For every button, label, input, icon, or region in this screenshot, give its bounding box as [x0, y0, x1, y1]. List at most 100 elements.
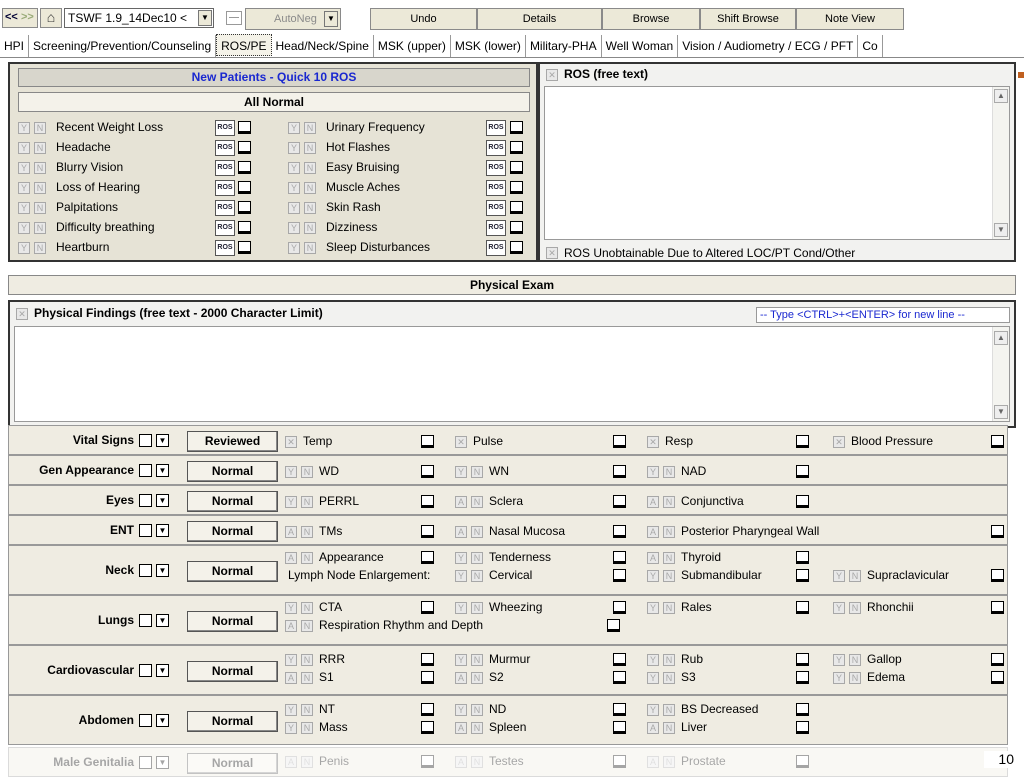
yes-toggle[interactable]: Y — [288, 142, 300, 154]
ros-icon[interactable]: ROS — [486, 180, 506, 196]
no-toggle[interactable]: N — [301, 496, 313, 508]
no-toggle[interactable]: N — [301, 672, 313, 684]
exam-row-checkbox[interactable] — [139, 434, 152, 447]
item-checkbox[interactable] — [796, 671, 809, 684]
yes-toggle[interactable]: Y — [18, 162, 30, 174]
scrollbar[interactable]: ▲ ▼ — [992, 87, 1009, 239]
yes-toggle[interactable]: Y — [833, 672, 845, 684]
ros-icon[interactable]: ROS — [215, 180, 235, 196]
next-button[interactable]: >> — [21, 11, 34, 23]
no-toggle[interactable]: N — [663, 704, 675, 716]
ros-checkbox[interactable] — [238, 221, 251, 234]
yes-toggle[interactable]: Y — [647, 672, 659, 684]
tab-hpi[interactable]: HPI — [0, 35, 30, 57]
ros-checkbox[interactable] — [238, 141, 251, 154]
normal-button[interactable]: Normal — [187, 521, 278, 542]
yes-toggle[interactable]: Y — [18, 242, 30, 254]
no-toggle[interactable]: N — [34, 122, 46, 134]
ros-checkbox[interactable] — [510, 161, 523, 174]
no-toggle[interactable]: N — [663, 602, 675, 614]
item-checkbox[interactable] — [421, 601, 434, 614]
item-checkbox[interactable] — [421, 525, 434, 538]
item-checkbox[interactable] — [421, 495, 434, 508]
ros-icon[interactable]: ROS — [215, 140, 235, 156]
scroll-up-icon[interactable]: ▲ — [994, 331, 1008, 345]
ros-icon[interactable]: ROS — [215, 220, 235, 236]
all-normal-button[interactable]: All Normal — [18, 92, 530, 112]
no-toggle[interactable]: N — [663, 552, 675, 564]
yes-toggle[interactable]: Y — [647, 466, 659, 478]
item-checkbox[interactable] — [796, 703, 809, 716]
item-checkbox[interactable] — [991, 525, 1004, 538]
normal-button[interactable]: Normal — [187, 461, 278, 482]
yes-toggle[interactable]: Y — [833, 602, 845, 614]
ros-icon[interactable]: ROS — [486, 140, 506, 156]
abnormal-toggle[interactable]: A — [647, 756, 659, 768]
item-checkbox[interactable] — [421, 551, 434, 564]
no-toggle[interactable]: N — [301, 704, 313, 716]
chevron-down-icon[interactable]: ▼ — [156, 524, 169, 537]
no-toggle[interactable]: N — [663, 496, 675, 508]
tab-screening[interactable]: Screening/Prevention/Counseling — [29, 35, 217, 57]
no-toggle[interactable]: N — [301, 602, 313, 614]
no-toggle[interactable]: N — [849, 654, 861, 666]
no-toggle[interactable]: N — [301, 654, 313, 666]
chevron-down-icon[interactable]: ▼ — [324, 11, 338, 27]
no-toggle[interactable]: N — [849, 570, 861, 582]
item-checkbox[interactable] — [421, 721, 434, 734]
no-toggle[interactable]: N — [663, 466, 675, 478]
item-checkbox[interactable] — [613, 495, 626, 508]
yes-toggle[interactable]: Y — [18, 202, 30, 214]
item-checkbox[interactable]: ✕ — [455, 436, 467, 448]
item-checkbox[interactable] — [796, 435, 809, 448]
abnormal-toggle[interactable]: A — [647, 526, 659, 538]
yes-toggle[interactable]: Y — [455, 704, 467, 716]
no-toggle[interactable]: N — [849, 672, 861, 684]
tab-head-neck-spine[interactable]: Head/Neck/Spine — [272, 35, 374, 57]
yes-toggle[interactable]: Y — [288, 182, 300, 194]
no-toggle[interactable]: N — [304, 142, 316, 154]
normal-button[interactable]: Normal — [187, 711, 278, 732]
ros-checkbox[interactable] — [510, 241, 523, 254]
template-select[interactable]: TSWF 1.9_14Dec10 < ▼ — [64, 8, 214, 28]
item-checkbox[interactable] — [421, 465, 434, 478]
ros-icon[interactable]: ROS — [486, 240, 506, 256]
no-toggle[interactable]: N — [304, 242, 316, 254]
ros-icon[interactable]: ROS — [486, 160, 506, 176]
yes-toggle[interactable]: Y — [285, 466, 297, 478]
exam-row-checkbox[interactable] — [139, 756, 152, 769]
no-toggle[interactable]: N — [301, 466, 313, 478]
exam-row-checkbox[interactable] — [139, 564, 152, 577]
no-toggle[interactable]: N — [301, 552, 313, 564]
yes-toggle[interactable]: Y — [288, 162, 300, 174]
undo-button[interactable]: Undo — [370, 8, 477, 30]
item-checkbox[interactable] — [613, 435, 626, 448]
tab-well-woman[interactable]: Well Woman — [602, 35, 679, 57]
scroll-up-icon[interactable]: ▲ — [994, 89, 1008, 103]
item-checkbox[interactable] — [421, 435, 434, 448]
no-toggle[interactable]: N — [471, 526, 483, 538]
yes-toggle[interactable]: Y — [647, 602, 659, 614]
item-checkbox[interactable] — [796, 569, 809, 582]
item-checkbox[interactable] — [796, 721, 809, 734]
physical-findings-checkbox[interactable]: ✕ — [16, 308, 28, 320]
chevron-down-icon[interactable]: ▼ — [156, 614, 169, 627]
no-toggle[interactable]: N — [34, 162, 46, 174]
yes-toggle[interactable]: Y — [18, 122, 30, 134]
exam-row-checkbox[interactable] — [139, 664, 152, 677]
item-checkbox[interactable] — [991, 569, 1004, 582]
ros-checkbox[interactable] — [238, 201, 251, 214]
item-checkbox[interactable] — [613, 755, 626, 768]
item-checkbox[interactable] — [796, 495, 809, 508]
shift-browse-button[interactable]: Shift Browse — [700, 8, 796, 30]
no-toggle[interactable]: N — [663, 526, 675, 538]
ros-checkbox[interactable] — [238, 181, 251, 194]
tab-military-pha[interactable]: Military-PHA — [526, 35, 602, 57]
exam-row-checkbox[interactable] — [139, 614, 152, 627]
item-checkbox[interactable] — [607, 619, 620, 632]
yes-toggle[interactable]: Y — [285, 654, 297, 666]
normal-button[interactable]: Normal — [187, 661, 278, 682]
no-toggle[interactable]: N — [471, 704, 483, 716]
yes-toggle[interactable]: Y — [647, 570, 659, 582]
yes-toggle[interactable]: Y — [455, 570, 467, 582]
